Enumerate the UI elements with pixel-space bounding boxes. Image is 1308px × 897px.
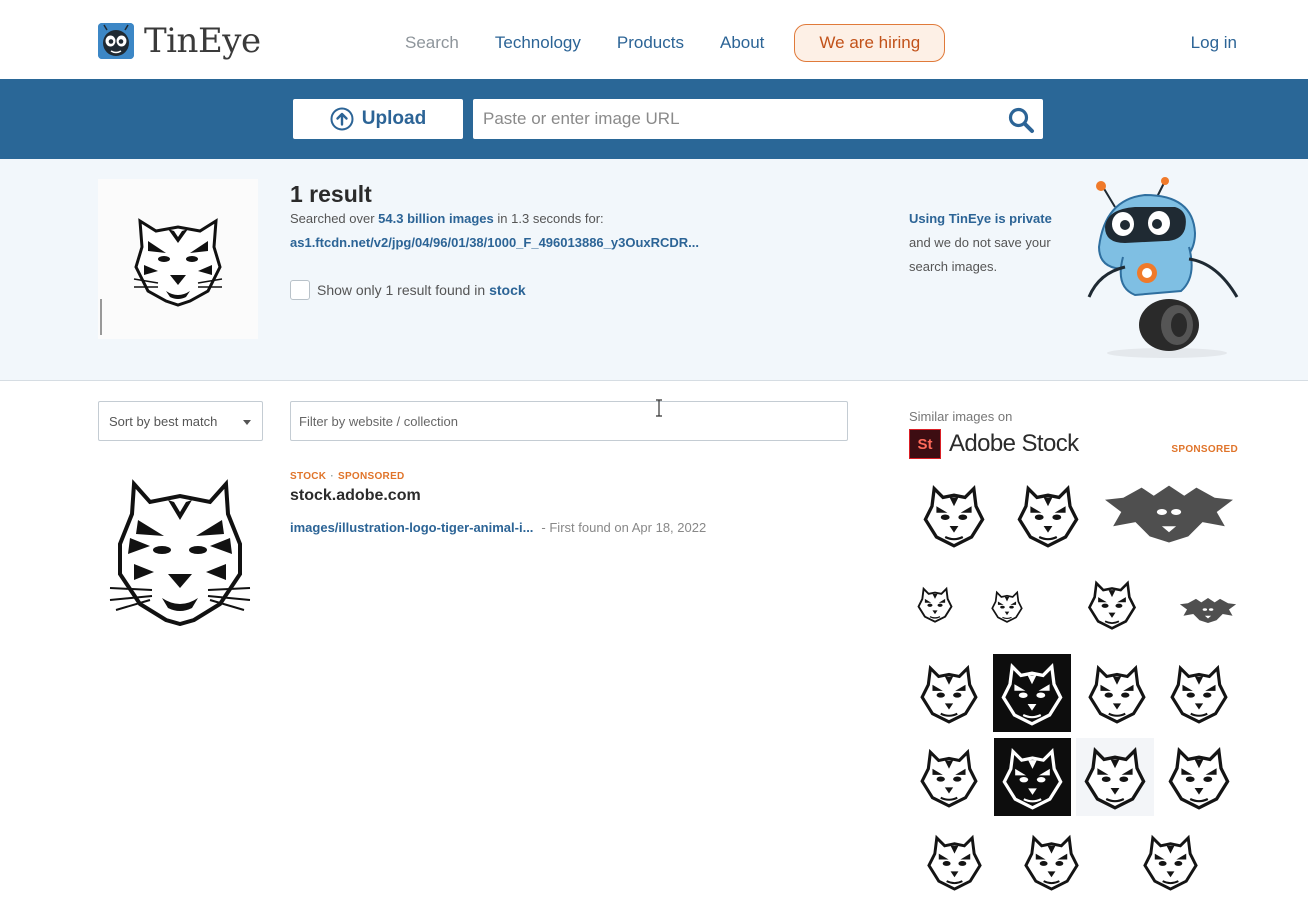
- tineye-logo[interactable]: TinEye: [98, 21, 261, 61]
- search-stats: Searched over 54.3 billion images in 1.3…: [290, 211, 604, 226]
- url-search-box: [473, 99, 1043, 139]
- result-image-thumbnail[interactable]: [106, 478, 254, 627]
- sponsored-tag: SPONSORED: [337, 471, 405, 482]
- text-cursor-icon: [654, 399, 664, 417]
- nav-search[interactable]: Search: [405, 33, 459, 53]
- tiger-logo-icon[interactable]: [1080, 654, 1154, 732]
- panther-dark-icon[interactable]: [993, 654, 1071, 732]
- upload-button[interactable]: Upload: [293, 99, 463, 139]
- stock-filter[interactable]: Show only 1 result found in stock: [290, 280, 526, 300]
- tiger-snarl-icon[interactable]: [914, 826, 994, 897]
- image-count: 54.3 billion images: [378, 211, 494, 226]
- first-found-date: - First found on Apr 18, 2022: [541, 520, 707, 535]
- result-detail: images/illustration-logo-tiger-animal-i.…: [290, 520, 706, 535]
- privacy-text: and we do not save your search images.: [909, 235, 1051, 274]
- search-summary: 1 result Searched over 54.3 billion imag…: [0, 159, 1308, 381]
- privacy-notice: Using TinEye is private and we do not sa…: [909, 207, 1079, 279]
- search-band: Upload: [0, 79, 1308, 159]
- search-icon[interactable]: [1007, 106, 1035, 134]
- roaring-panther-icon[interactable]: [1080, 568, 1144, 640]
- stock-filter-label: Show only 1 result found in: [317, 282, 486, 298]
- stock-filter-link[interactable]: stock: [489, 282, 526, 298]
- result-domain-link[interactable]: stock.adobe.com: [290, 487, 421, 505]
- adobe-stock-badge: St: [909, 429, 941, 459]
- upload-label: Upload: [361, 108, 427, 129]
- privacy-link[interactable]: Using TinEye is private: [909, 207, 1079, 231]
- logo-text: TinEye: [144, 21, 261, 61]
- wolf-tribal-icon[interactable]: [1160, 738, 1238, 816]
- tiger-dark-icon[interactable]: [994, 738, 1071, 816]
- sort-dropdown[interactable]: Sort by best match: [98, 401, 263, 441]
- result-tags: STOCK · SPONSORED: [290, 471, 405, 482]
- site-header: TinEye Search Technology Products About …: [0, 0, 1308, 79]
- stock-tag: STOCK: [290, 471, 327, 482]
- tribal-scorpion-icon[interactable]: [1130, 826, 1210, 897]
- upload-arrow-icon: [330, 107, 354, 131]
- robot-logo-icon: [98, 23, 134, 59]
- nav-technology[interactable]: Technology: [495, 33, 581, 53]
- bat-icon[interactable]: [1176, 588, 1240, 632]
- nav-about[interactable]: About: [720, 33, 764, 53]
- nav-products[interactable]: Products: [617, 33, 684, 53]
- stock-only-checkbox[interactable]: [290, 280, 310, 300]
- dragon-head-icon[interactable]: [912, 654, 986, 732]
- similar-images-label: Similar images on: [909, 409, 1013, 424]
- tiger-mask-icon[interactable]: [1008, 476, 1088, 554]
- result-count: 1 result: [290, 181, 372, 207]
- adobe-stock-wordmark: Adobe Stock: [949, 430, 1079, 457]
- sidebar-sponsored-label: SPONSORED: [1171, 444, 1238, 455]
- image-url-input[interactable]: [473, 99, 993, 139]
- website-filter-input[interactable]: [290, 401, 848, 441]
- result-image-link[interactable]: images/illustration-logo-tiger-animal-i.…: [290, 520, 533, 535]
- wolf-head-icon[interactable]: [984, 574, 1030, 638]
- winged-skull-icon[interactable]: [1100, 470, 1238, 556]
- tiger-face-icon[interactable]: [914, 476, 994, 554]
- query-image-thumbnail[interactable]: [98, 179, 258, 339]
- robot-mascot-illustration: [1085, 177, 1245, 362]
- sort-label: Sort by best match: [109, 413, 218, 429]
- skull-icon[interactable]: [1162, 654, 1236, 732]
- hiring-button[interactable]: We are hiring: [794, 24, 946, 62]
- tiger-head-icon[interactable]: [910, 568, 960, 640]
- login-link[interactable]: Log in: [1191, 33, 1237, 53]
- tiger-photo-icon[interactable]: [1076, 738, 1154, 816]
- adobe-stock-logo[interactable]: St Adobe Stock: [909, 429, 1079, 459]
- caret-down-icon: [243, 420, 251, 425]
- winged-skull-2-icon[interactable]: [1006, 826, 1096, 897]
- search-duration: 1.3: [511, 211, 530, 226]
- query-url-link[interactable]: as1.ftcdn.net/v2/jpg/04/96/01/38/1000_F_…: [290, 235, 699, 250]
- tiger-roar-icon[interactable]: [912, 738, 986, 816]
- main-nav: Search Technology Products About We are …: [387, 24, 946, 62]
